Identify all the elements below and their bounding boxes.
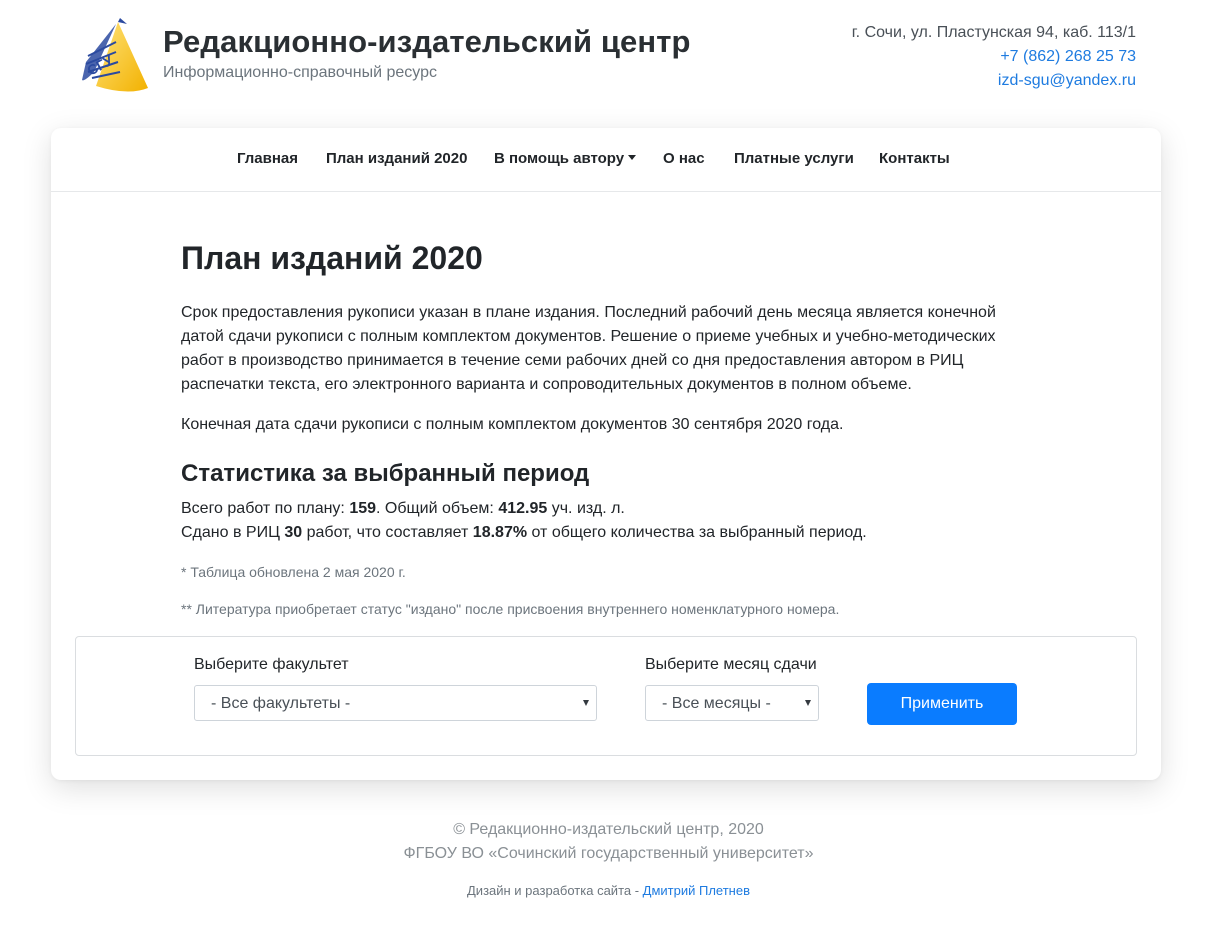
site-subtitle: Информационно-справочный ресурс (163, 64, 437, 81)
address-text: г. Сочи, ул. Пластунская 94, каб. 113/1 (851, 24, 1136, 41)
nav-item-label: План изданий 2020 (326, 150, 468, 167)
site-header: СГУ Редакционно-издательский центр Инфор… (0, 0, 1217, 128)
dropdown-arrow-icon (805, 700, 811, 706)
page-title: План изданий 2020 (181, 240, 483, 276)
developer-link[interactable]: Дмитрий Плетнев (643, 883, 750, 898)
total-works-value: 159 (349, 500, 377, 517)
stats-text: уч. изд. л. (547, 500, 625, 517)
final-date-paragraph: Конечная дата сдачи рукописи с полным ко… (181, 416, 844, 433)
table-updated-note: * Таблица обновлена 2 мая 2020 г. (181, 564, 406, 580)
faculty-label: Выберите факультет (194, 656, 349, 673)
nav-item-author-help[interactable]: В помощь автору (494, 150, 637, 167)
header-contacts: г. Сочи, ул. Пластунская 94, каб. 113/1 … (852, 21, 1136, 93)
stats-text: от общего количества за выбранный период… (527, 524, 867, 541)
nav-item-contacts[interactable]: Контакты (879, 150, 950, 167)
nav-item-label: В помощь автору (494, 150, 625, 167)
footer-credit: Дизайн и разработка сайта - Дмитрий Плет… (0, 883, 1217, 898)
main-card: Главная План изданий 2020 В помощь автор… (51, 128, 1161, 780)
total-volume-value: 412.95 (498, 500, 548, 517)
email-link[interactable]: izd-sgu@yandex.ru (852, 69, 1136, 93)
stats-text: . Общий объем: (376, 500, 499, 517)
percent-value: 18.87% (472, 524, 528, 541)
phone-link[interactable]: +7 (862) 268 25 73 (852, 45, 1136, 69)
chevron-down-icon (628, 155, 637, 160)
stats-text: работ, что составляет (302, 524, 473, 541)
footer-university: ФГБОУ ВО «Сочинский государственный унив… (403, 845, 814, 862)
filter-panel: Выберите факультет - Все факультеты - Вы… (75, 636, 1137, 756)
nav-item-label: Главная (237, 150, 299, 167)
nav-item-about[interactable]: О нас (663, 150, 705, 167)
month-label: Выберите месяц сдачи (645, 656, 817, 673)
deadline-paragraph: Срок предоставления рукописи указан в пл… (181, 304, 996, 393)
stats-block: Всего работ по плану: 159. Общий объем: … (181, 497, 867, 545)
nav-item-home[interactable]: Главная (237, 150, 298, 167)
nav-item-paid-services[interactable]: Платные услуги (734, 150, 854, 167)
stats-text: Сдано в РИЦ (181, 524, 285, 541)
site-logo[interactable]: СГУ (80, 16, 150, 94)
stats-line-total: Всего работ по плану: 159. Общий объем: … (181, 497, 867, 521)
faculty-select-value: - Все факультеты - (211, 695, 351, 712)
nav-item-label: Контакты (879, 150, 950, 167)
submitted-value: 30 (284, 524, 303, 541)
apply-button[interactable]: Применить (867, 683, 1017, 725)
credit-text: Дизайн и разработка сайта - (467, 883, 643, 898)
nav-item-label: О нас (663, 150, 705, 167)
stats-text: Всего работ по плану: (181, 500, 350, 517)
sail-logo-icon: СГУ (82, 18, 148, 92)
dropdown-arrow-icon (583, 700, 589, 706)
stats-title: Статистика за выбранный период (181, 460, 590, 487)
site-footer: © Редакционно-издательский центр, 2020 Ф… (0, 818, 1217, 898)
nav-item-plan[interactable]: План изданий 2020 (326, 150, 467, 167)
main-nav: Главная План изданий 2020 В помощь автор… (51, 128, 1161, 192)
footer-copyright: © Редакционно-издательский центр, 2020 (453, 821, 764, 838)
nav-item-label: Платные услуги (734, 150, 854, 167)
stats-line-submitted: Сдано в РИЦ 30 работ, что составляет 18.… (181, 521, 867, 545)
month-select[interactable]: - Все месяцы - (645, 685, 819, 721)
site-title[interactable]: Редакционно-издательский центр (163, 24, 691, 60)
month-select-value: - Все месяцы - (662, 695, 771, 712)
faculty-select[interactable]: - Все факультеты - (194, 685, 597, 721)
published-status-note: ** Литература приобретает статус "издано… (181, 601, 840, 617)
